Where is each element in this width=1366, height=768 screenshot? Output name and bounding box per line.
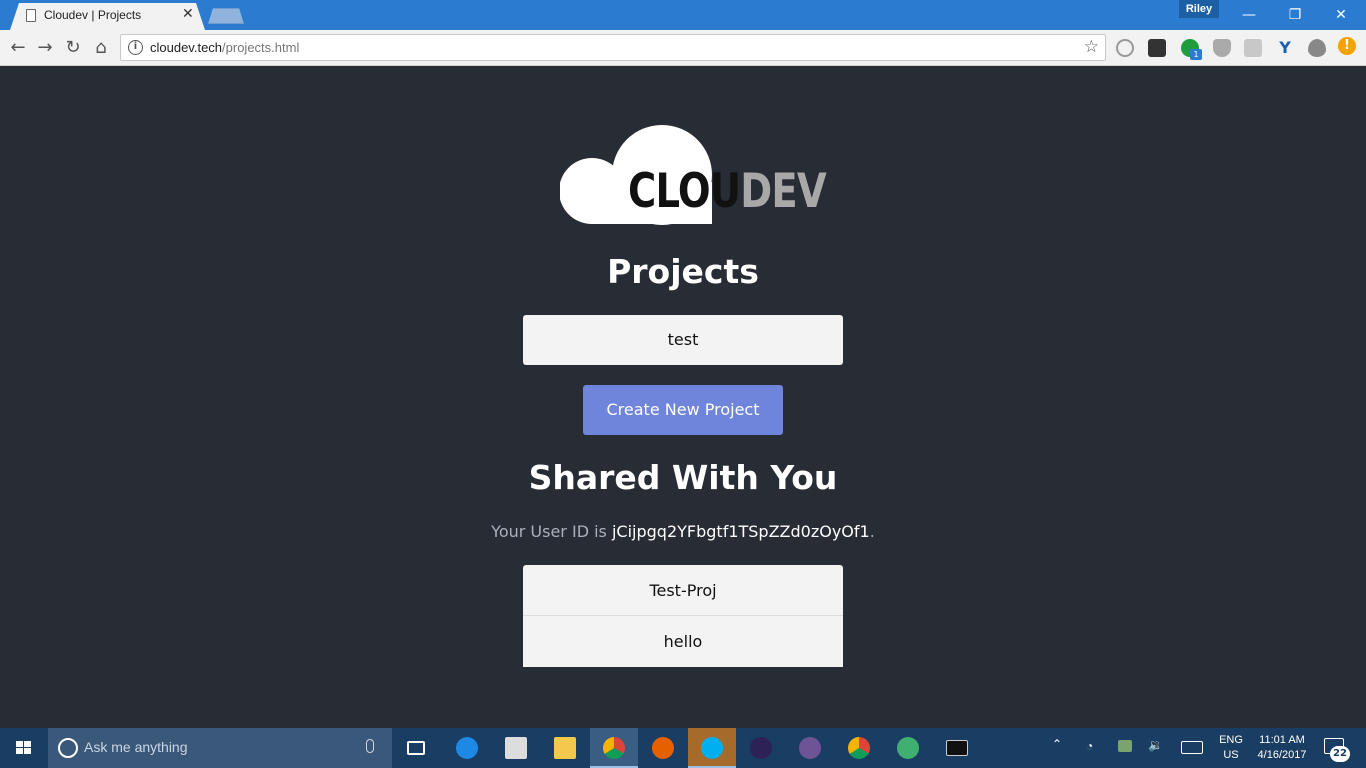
start-button[interactable] (0, 728, 48, 768)
taskbar-atom[interactable] (884, 728, 932, 768)
tab-title: Cloudev | Projects (44, 8, 142, 22)
minimize-button[interactable]: — (1226, 4, 1272, 26)
close-tab-icon[interactable]: ✕ (182, 6, 194, 22)
firefox-icon (652, 737, 674, 759)
cloudev-logo-text: CLOUDEV (628, 164, 827, 219)
taskbar-chrome-2[interactable] (835, 728, 883, 768)
taskbar-skype[interactable] (688, 728, 736, 768)
windows-taskbar: Ask me anything ⌃ ◔ 🔉 ENG US 11:01 AM 4/… (0, 728, 1366, 768)
logo-text-light: DEV (740, 164, 827, 219)
show-hidden-icons-chevron-up-icon[interactable]: ⌃ (1052, 737, 1068, 768)
terminal-icon (946, 740, 968, 756)
user-id-suffix: . (869, 522, 875, 541)
store-icon (505, 737, 527, 759)
microphone-icon[interactable] (366, 739, 374, 753)
browser-title-bar: Cloudev | Projects ✕ Riley — ❐ ✕ (0, 0, 1366, 30)
cortana-search-box[interactable]: Ask me anything (48, 728, 392, 768)
clock-time: 11:01 AM (1259, 734, 1305, 746)
project-item[interactable]: test (523, 315, 843, 365)
language-top: ENG (1219, 734, 1243, 746)
tab-cloudev-projects[interactable]: Cloudev | Projects ✕ (10, 3, 205, 30)
user-id-line: Your User ID is jCijpgq2YFbgtf1TSpZZd0zO… (0, 522, 1366, 541)
shared-projects-list: Test-Proj hello (523, 565, 843, 667)
page-content: CLOUDEV Projects test Create New Project… (0, 67, 1366, 728)
cortana-icon (58, 738, 78, 758)
input-language[interactable]: ENG US (1218, 733, 1244, 763)
forward-arrow-icon[interactable]: → (33, 36, 57, 60)
taskbar-store[interactable] (492, 728, 540, 768)
page-icon (26, 9, 36, 22)
taskbar-clock[interactable]: 11:01 AM 4/16/2017 (1252, 733, 1312, 763)
shared-section-title: Shared With You (528, 458, 838, 497)
pdf-extension-icon[interactable] (1244, 39, 1262, 57)
extension-badge: 1 (1190, 49, 1202, 60)
back-arrow-icon[interactable]: ← (6, 36, 30, 60)
reload-icon[interactable]: ↻ (61, 36, 85, 60)
keyboard-icon[interactable] (1181, 741, 1203, 754)
create-new-project-button[interactable]: Create New Project (583, 385, 783, 435)
new-tab-button[interactable] (208, 8, 244, 24)
taskbar-github[interactable] (786, 728, 834, 768)
home-icon[interactable]: ⌂ (89, 36, 113, 60)
site-info-icon[interactable]: i (128, 40, 143, 55)
logo-text-dark: CLOU (628, 164, 741, 219)
taskbar-file-explorer[interactable] (541, 728, 589, 768)
network-tray-icon[interactable] (1118, 740, 1132, 752)
profile-button[interactable]: Riley (1179, 0, 1219, 18)
taskbar-eclipse[interactable] (737, 728, 785, 768)
atom-icon (897, 737, 919, 759)
task-view-button[interactable] (392, 728, 440, 768)
eclipse-icon (750, 737, 772, 759)
chrome-icon (848, 737, 870, 759)
address-bar[interactable]: i cloudev.tech/projects.html ☆ (120, 34, 1106, 61)
search-placeholder: Ask me anything (84, 739, 188, 755)
restore-button[interactable]: ❐ (1272, 4, 1318, 26)
chrome-icon (603, 737, 625, 759)
folder-icon (554, 737, 576, 759)
taskbar-edge[interactable] (443, 728, 491, 768)
user-id-prefix: Your User ID is (491, 522, 612, 541)
taskbar-terminal[interactable] (933, 728, 981, 768)
wifi-icon[interactable]: ◔ (1086, 739, 1104, 755)
volume-icon[interactable]: 🔉 (1148, 738, 1166, 768)
skype-extension-icon[interactable] (1116, 39, 1134, 57)
film-extension-icon[interactable] (1148, 39, 1166, 57)
browser-toolbar: ← → ↻ ⌂ i cloudev.tech/projects.html ☆ Y (0, 30, 1366, 66)
url-path: /projects.html (222, 40, 300, 55)
taskbar-chrome-active[interactable] (590, 728, 638, 768)
user-id-value: jCijpgq2YFbgtf1TSpZZd0zOyOf1 (611, 522, 870, 541)
language-bottom: US (1223, 749, 1239, 761)
url-host: cloudev.tech (150, 40, 223, 55)
shield-extension-icon[interactable] (1213, 39, 1231, 57)
close-window-button[interactable]: ✕ (1318, 4, 1364, 26)
notification-count-badge: 22 (1330, 746, 1350, 762)
chrome-menu-icon[interactable]: ! (1338, 37, 1356, 55)
drop-extension-icon[interactable] (1308, 39, 1326, 57)
task-view-icon (407, 741, 425, 755)
windows-logo-icon (16, 741, 32, 755)
skype-icon (701, 737, 723, 759)
taskbar-firefox[interactable] (639, 728, 687, 768)
github-icon (799, 737, 821, 759)
clock-date: 4/16/2017 (1257, 749, 1307, 761)
shared-project-item[interactable]: Test-Proj (523, 565, 843, 616)
page-title: Projects (607, 252, 759, 291)
edge-icon (456, 737, 478, 759)
url-text: cloudev.tech/projects.html (150, 40, 299, 55)
y-extension-icon[interactable]: Y (1276, 39, 1294, 57)
bookmark-star-icon[interactable]: ☆ (1084, 37, 1099, 57)
shared-project-item[interactable]: hello (523, 616, 843, 667)
